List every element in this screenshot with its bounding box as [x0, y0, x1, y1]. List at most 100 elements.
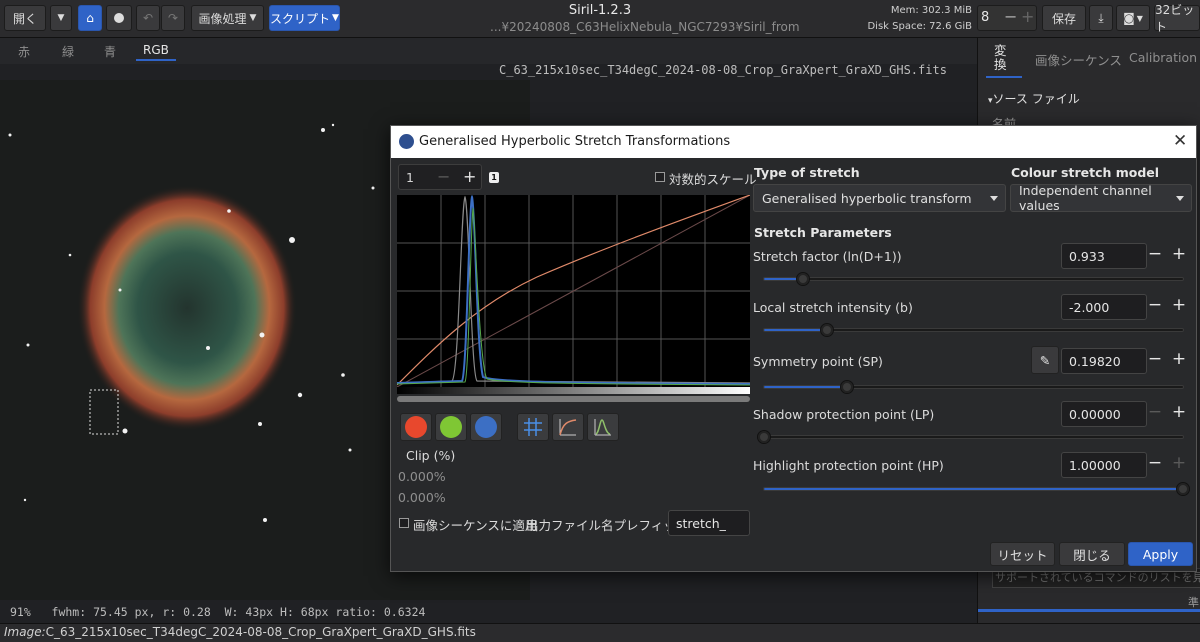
active-tab-indicator [136, 59, 176, 61]
home-button[interactable]: ⌂ [78, 5, 102, 31]
green-channel-toggle[interactable] [435, 413, 467, 441]
tab-red[interactable]: 赤 [18, 43, 30, 60]
tab-green[interactable]: 緑 [62, 43, 74, 60]
red-channel-toggle[interactable] [400, 413, 432, 441]
curve-icon [559, 419, 577, 436]
plus-icon[interactable]: + [1170, 295, 1188, 315]
green-circle-icon [440, 416, 462, 438]
highlight-protection-label: Highlight protection point (HP) [753, 458, 944, 473]
tab-calibration[interactable]: Calibration [1129, 50, 1197, 65]
plus-icon[interactable]: + [1170, 402, 1188, 422]
dialog-titlebar: Generalised Hyperbolic Stretch Transform… [391, 126, 1196, 158]
image-processing-menu[interactable]: 画像処理 ▼ [191, 5, 264, 31]
tab-rgb[interactable]: RGB [143, 43, 169, 57]
minus-icon[interactable]: − [1146, 453, 1164, 473]
eyedropper-button[interactable]: ✎ [1031, 346, 1059, 374]
symmetry-point-slider[interactable] [763, 380, 1184, 394]
plus-icon[interactable]: + [1170, 453, 1188, 473]
record-icon [114, 13, 124, 23]
zoom-spinner[interactable]: 1 − + [398, 164, 482, 190]
footer-label: 準 [1188, 596, 1199, 609]
bit-depth-button[interactable]: 32ビット [1154, 3, 1200, 34]
apply-sequence-label: 画像シーケンスに適用 [413, 518, 538, 533]
apply-button[interactable]: Apply [1128, 542, 1193, 566]
active-tab-indicator [986, 76, 1022, 78]
local-stretch-input[interactable]: -2.000 [1061, 294, 1147, 320]
slider-handle[interactable] [839, 380, 854, 394]
snapshot-button[interactable]: ◙ ▼ [1116, 5, 1150, 31]
colour-model-select[interactable]: Independent channel values [1010, 183, 1192, 213]
shadow-protection-input[interactable]: 0.00000 [1061, 401, 1147, 427]
home-icon: ⌂ [86, 11, 94, 25]
grid-toggle[interactable] [517, 413, 549, 441]
histogram[interactable] [396, 194, 751, 388]
image-stats: 91% fwhm: 75.45 px, r: 0.28 W: 43px H: 6… [10, 605, 426, 619]
camera-icon: ◙ [1123, 11, 1135, 25]
prefix-input[interactable]: stretch_ [668, 510, 750, 536]
stretch-factor-input[interactable]: 0.933 [1061, 243, 1147, 269]
minus-icon[interactable]: − [1146, 349, 1164, 369]
plus-icon[interactable]: + [1170, 244, 1188, 264]
scripts-menu[interactable]: スクリプト ▼ [269, 5, 340, 31]
save-as-button[interactable]: ⤓ [1089, 5, 1113, 31]
plus-icon[interactable]: + [463, 167, 476, 186]
redo-button[interactable]: ↷ [161, 5, 185, 31]
chevron-down-icon [990, 196, 998, 201]
record-button[interactable] [106, 5, 132, 31]
working-directory: ...¥20240808_C63HelixNebula_NGC7293¥Siri… [490, 20, 800, 34]
download-icon: ⤓ [1098, 10, 1104, 25]
highlight-protection-slider[interactable] [763, 482, 1190, 496]
histogram-scrollbar[interactable] [397, 396, 750, 402]
minus-icon[interactable]: − [1004, 7, 1017, 26]
source-files-section[interactable]: ▾ソース ファイル [988, 90, 1080, 107]
threads-spinner[interactable]: 8 − + [977, 5, 1037, 31]
plus-icon[interactable]: + [1021, 7, 1034, 26]
local-stretch-slider[interactable] [763, 323, 1184, 337]
minus-icon[interactable]: − [1146, 402, 1164, 422]
stretch-factor-slider[interactable] [763, 272, 1184, 286]
eyedropper-icon: ✎ [1039, 352, 1051, 368]
histogram-plot [396, 194, 751, 388]
save-button[interactable]: 保存 [1042, 5, 1086, 31]
tab-conversion[interactable]: 変換 [994, 44, 1010, 72]
caret-icon: ▼ [332, 13, 339, 23]
minus-icon[interactable]: − [437, 167, 450, 186]
colour-model-label: Colour stretch model [1011, 165, 1160, 180]
minus-icon[interactable]: − [1146, 295, 1164, 315]
minus-icon[interactable]: − [1146, 244, 1164, 264]
open-button[interactable]: 開く [4, 5, 46, 31]
progress-bar [978, 609, 1200, 612]
tab-blue[interactable]: 青 [104, 43, 116, 60]
slider-handle[interactable] [1176, 482, 1190, 496]
undo-icon: ↶ [142, 11, 154, 25]
tab-sequence[interactable]: 画像シーケンス [1035, 50, 1122, 69]
shadow-protection-slider[interactable] [757, 430, 1184, 444]
undo-button[interactable]: ↶ [136, 5, 160, 31]
curve-toggle[interactable] [552, 413, 584, 441]
apply-sequence-checkbox[interactable] [399, 518, 409, 528]
memory-usage: Mem: 302.3 MiB [890, 5, 972, 16]
close-button[interactable]: 閉じる [1059, 542, 1125, 566]
highlight-protection-input[interactable]: 1.00000 [1061, 452, 1147, 478]
log-scale-checkbox[interactable] [655, 172, 665, 182]
log-scale-label: 対数的スケール [669, 172, 757, 187]
bottom-image-info: Image:C_63_215x10sec_T34degC_2024-08-08_… [4, 625, 476, 639]
clip-label: Clip (%) [406, 448, 456, 463]
ghs-dialog: Generalised Hyperbolic Stretch Transform… [390, 125, 1197, 572]
window-title: Siril-1.2.3 [568, 3, 632, 18]
symmetry-point-input[interactable]: 0.19820 [1061, 348, 1147, 374]
plus-icon[interactable]: + [1170, 349, 1188, 369]
slider-handle[interactable] [757, 430, 771, 444]
close-icon[interactable]: ✕ [1173, 131, 1187, 151]
blue-channel-toggle[interactable] [470, 413, 502, 441]
reset-button[interactable]: リセット [990, 542, 1055, 566]
open-dropdown-button[interactable]: ▼ [50, 5, 72, 31]
chevron-down-icon: ▼ [1136, 13, 1143, 23]
type-of-stretch-select[interactable]: Generalised hyperbolic transform [753, 184, 1006, 212]
original-histogram-toggle[interactable] [587, 413, 619, 441]
dialog-title: Generalised Hyperbolic Stretch Transform… [419, 134, 731, 149]
symmetry-point-label: Symmetry point (SP) [753, 354, 883, 369]
header-bar: 開く ▼ ⌂ ↶ ↷ 画像処理 ▼ スクリプト ▼ Siril-1.2.3 ...¥… [0, 0, 1200, 38]
slider-handle[interactable] [819, 323, 834, 337]
slider-handle[interactable] [795, 272, 810, 286]
